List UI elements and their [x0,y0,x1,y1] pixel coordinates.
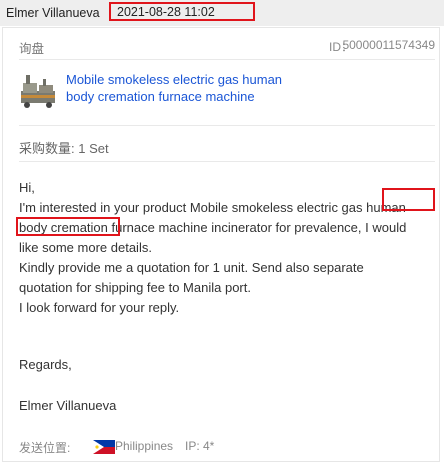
closing: Regards, [19,357,72,372]
message-line: like some more details. [19,240,152,255]
philippines-flag-icon [93,440,115,454]
divider [19,161,435,162]
timestamp-highlighted: 2021-08-28 11:02 [109,2,255,21]
sender-name: Elmer Villanueva [6,6,100,20]
message-line: I look forward for your reply. [19,300,180,315]
product-thumbnail-icon[interactable] [17,69,59,111]
divider [19,59,435,60]
purchase-quantity: 采购数量: 1 Set [19,141,109,156]
divider [19,125,435,126]
subject-label: 询盘 [19,42,45,56]
highlight-box-human [382,188,435,211]
message-header: Elmer Villanueva 2021-08-28 11:02 [0,0,444,26]
product-title-line2[interactable]: body cremation furnace machine [66,88,316,105]
subject-row: 询盘 ID： 50000011574349 [19,38,435,56]
inquiry-id: 50000011574349 [342,38,435,52]
inquiry-card: 询盘 ID： 50000011574349 Mobile smokeless e… [2,27,440,462]
message-body: Hi, I'm interested in your product Mobil… [19,178,439,318]
location-label: 发送位置: [19,441,71,455]
product-title-link[interactable]: Mobile smokeless electric gas human body… [66,71,316,105]
highlight-box-body-cremation [16,217,120,236]
product-title-line1[interactable]: Mobile smokeless electric gas human [66,71,316,88]
ip-address: IP: 4* [185,439,215,453]
message-line: Kindly provide me a quotation for 1 unit… [19,260,364,275]
message-line: quotation for shipping fee to Manila por… [19,280,251,295]
message-line: I'm interested in your product Mobile sm… [19,200,406,215]
message-line: Hi, [19,180,35,195]
signature: Elmer Villanueva [19,398,117,413]
country-name: Philippines [115,439,174,453]
